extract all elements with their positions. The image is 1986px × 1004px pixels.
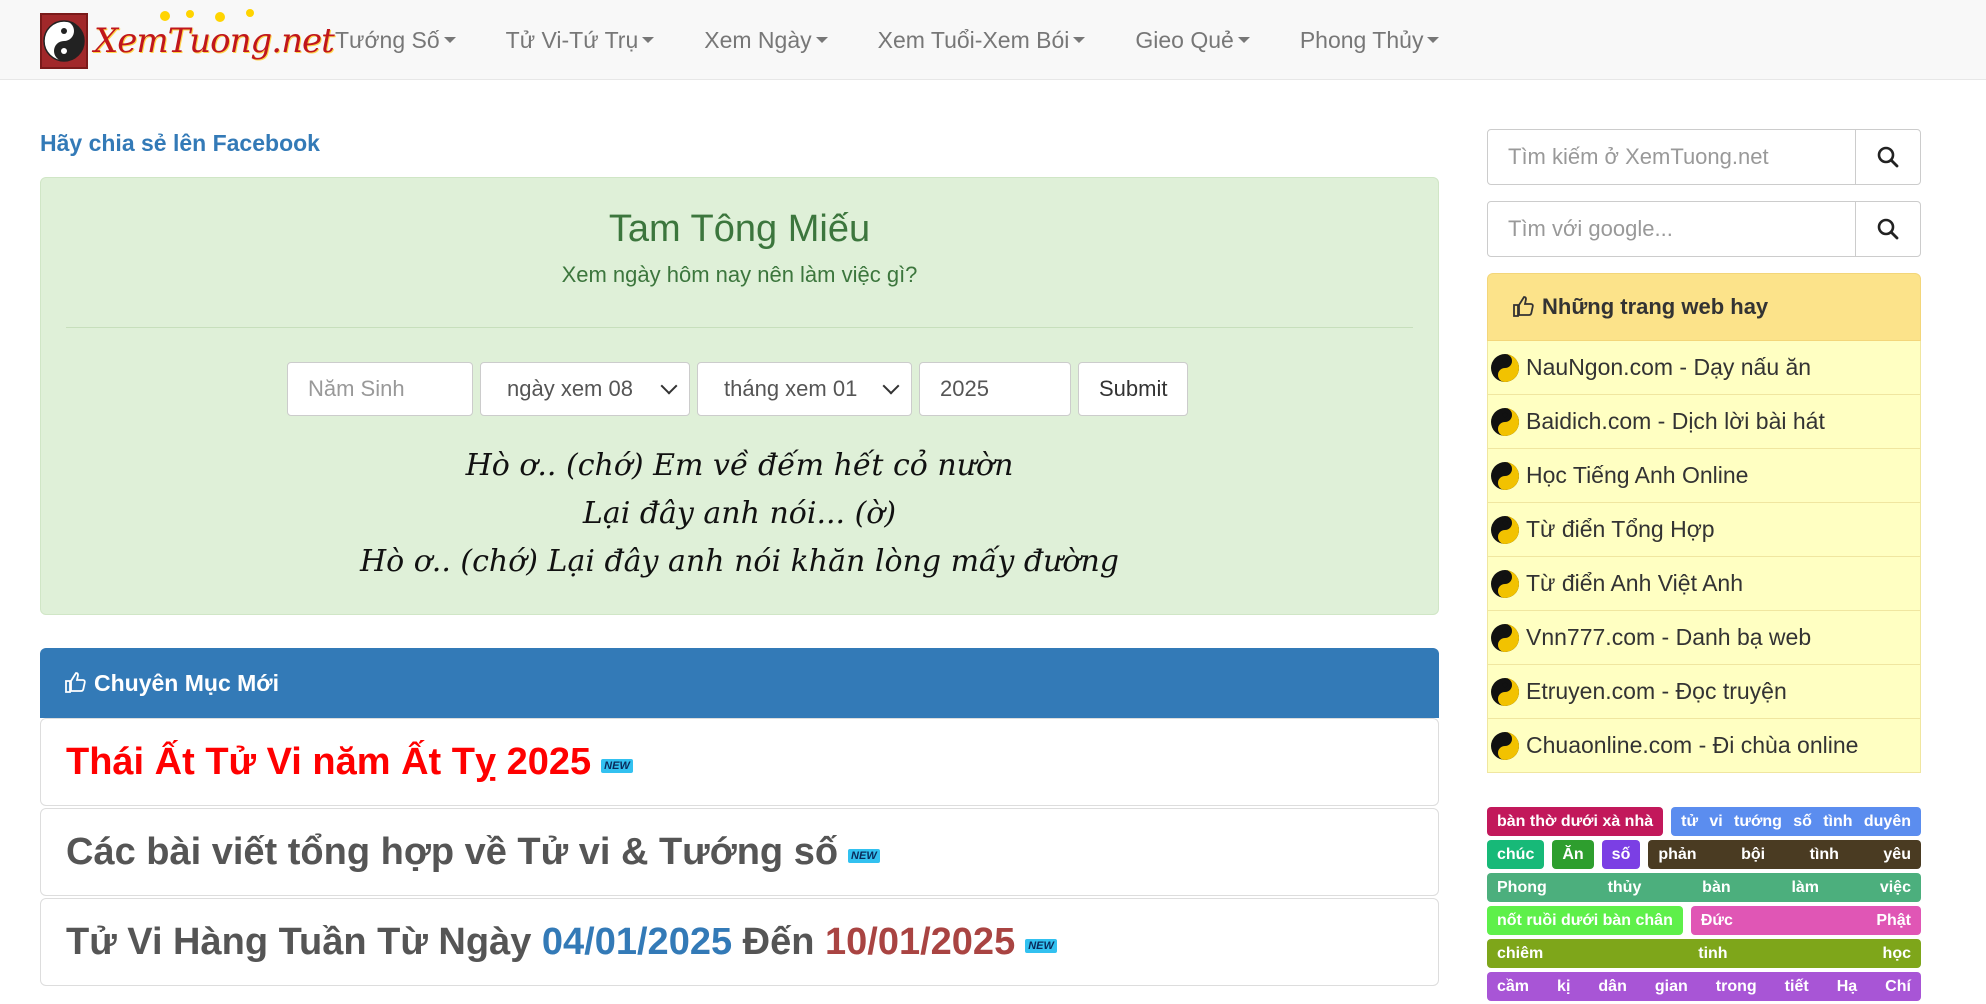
yin-yang-icon xyxy=(1491,731,1519,760)
tag-cloud: bàn thờ dưới xà nhà tử vi tướng số tình duyên c… xyxy=(1487,807,1921,1004)
useful-link-item[interactable]: Học Tiếng Anh Online xyxy=(1487,449,1921,503)
yin-yang-icon xyxy=(1491,515,1519,544)
caret-down-icon xyxy=(1237,37,1250,43)
caret-down-icon xyxy=(1427,37,1440,43)
submit-button[interactable]: Submit xyxy=(1078,362,1189,416)
tag-link[interactable]: nốt ruồi dưới bàn chân xyxy=(1487,906,1683,935)
tag-row: bàn thờ dưới xà nhà tử vi tướng số tình duyên xyxy=(1487,807,1921,840)
new-badge-icon: NEW xyxy=(601,759,633,773)
search-icon xyxy=(1877,146,1899,168)
poem-line: Hò ơ.. (chớ) Em về đếm hết cỏ nườn xyxy=(465,448,1014,483)
useful-link-item[interactable]: Baidich.com - Dịch lời bài hát xyxy=(1487,395,1921,449)
thumbs-up-icon xyxy=(1513,296,1534,317)
useful-link-label: Học Tiếng Anh Online xyxy=(1526,462,1749,488)
nav-phong-thuy[interactable]: Phong Thủy xyxy=(1275,27,1465,54)
yin-yang-icon xyxy=(1491,623,1519,652)
tag-row: nốt ruồi dưới bàn chân Đức Phật xyxy=(1487,906,1921,939)
tag-link[interactable]: cầm kị dân gian trong tiết Hạ Chí xyxy=(1487,972,1921,1001)
caret-down-icon xyxy=(443,37,456,43)
nav-xem-ngay[interactable]: Xem Ngày xyxy=(679,27,852,54)
end-date: 10/01/2025 xyxy=(825,920,1016,963)
start-date: 04/01/2025 xyxy=(541,920,733,963)
tag-link[interactable]: chiêm tinh học xyxy=(1487,939,1921,968)
useful-links-panel: Những trang web hay NauNgon.com - Dạy nấ… xyxy=(1487,273,1921,773)
hero-subtitle: Xem ngày hôm nay nên làm việc gì? xyxy=(561,262,918,287)
tag-row: cầm kị dân gian trong tiết Hạ Chí xyxy=(1487,972,1921,1004)
tag-link[interactable]: phản bội tình yêu xyxy=(1648,840,1921,869)
tag-link[interactable]: Đức Phật xyxy=(1690,906,1921,935)
tag-row: chúc Ăn số phản bội tình yêu xyxy=(1487,840,1921,873)
new-badge-icon: NEW xyxy=(848,849,880,863)
chevron-down-icon xyxy=(660,377,678,395)
news-item[interactable]: Các bài viết tổng hợp về Tử vi & Tướng s… xyxy=(40,808,1439,896)
search-icon xyxy=(1877,218,1899,240)
lookup-form: Năm Sinh ngày xem 08 tháng xem 01 2025 S… xyxy=(287,362,1189,416)
caret-down-icon xyxy=(1073,37,1086,43)
yin-yang-logo-icon xyxy=(40,13,88,69)
hero-title: Tam Tông Miếu xyxy=(608,208,871,250)
useful-link-item[interactable]: Etruyen.com - Đọc truyện xyxy=(1487,665,1921,719)
useful-link-label: Từ điển Anh Việt Anh xyxy=(1526,570,1744,596)
tag-row: Phong thủy bàn làm việc xyxy=(1487,873,1921,906)
nav-tuong-so[interactable]: Tướng Số xyxy=(310,27,481,54)
yin-yang-icon xyxy=(1491,677,1519,706)
google-search-input[interactable]: Tìm với google... xyxy=(1488,202,1856,256)
useful-link-label: Etruyen.com - Đọc truyện xyxy=(1526,678,1787,704)
poem-text: Hò ơ.. (chớ) Em về đếm hết cỏ nườn Lại đ… xyxy=(41,442,1438,586)
site-search-button[interactable] xyxy=(1856,130,1920,184)
yin-yang-icon xyxy=(1491,407,1519,436)
tag-link[interactable]: bàn thờ dưới xà nhà xyxy=(1487,807,1664,836)
poem-line: Lại đây anh nói... (ờ) xyxy=(582,496,897,531)
site-search-box: Tìm kiếm ở XemTuong.net xyxy=(1487,129,1921,185)
tag-link[interactable]: số xyxy=(1601,840,1641,869)
site-logo[interactable]: XemTuong.net xyxy=(40,6,335,76)
useful-link-item[interactable]: Chuaonline.com - Đi chùa online xyxy=(1487,719,1921,773)
yin-yang-icon xyxy=(1491,353,1519,382)
share-facebook-link[interactable]: Hãy chia sẻ lên Facebook xyxy=(40,130,320,157)
tag-row: chiêm tinh học xyxy=(1487,939,1921,972)
site-search-input[interactable]: Tìm kiếm ở XemTuong.net xyxy=(1488,130,1856,184)
day-lookup-panel: Tam Tông Miếu Xem ngày hôm nay nên làm v… xyxy=(40,177,1439,615)
chevron-down-icon xyxy=(882,377,900,395)
tag-link[interactable]: tử vi tướng số tình duyên xyxy=(1671,807,1921,836)
useful-link-label: Vnn777.com - Danh bạ web xyxy=(1526,624,1812,650)
poem-line: Hò ơ.. (chớ) Lại đây anh nói khăn lòng m… xyxy=(359,544,1120,579)
birth-year-input[interactable]: Năm Sinh xyxy=(287,362,473,416)
useful-link-item[interactable]: Từ điển Anh Việt Anh xyxy=(1487,557,1921,611)
year-input[interactable]: 2025 xyxy=(919,362,1071,416)
useful-link-item[interactable]: NauNgon.com - Dạy nấu ăn xyxy=(1487,341,1921,395)
useful-link-label: Từ điển Tổng Hợp xyxy=(1526,516,1715,542)
yin-yang-icon xyxy=(1491,461,1519,490)
google-search-button[interactable] xyxy=(1856,202,1920,256)
new-badge-icon: NEW xyxy=(1025,939,1057,953)
new-section-title: Chuyên Mục Mới xyxy=(94,669,280,696)
useful-links-header: Những trang web hay xyxy=(1487,273,1921,341)
useful-link-label: NauNgon.com - Dạy nấu ăn xyxy=(1526,354,1812,380)
nav-tu-vi-tu-tru[interactable]: Tử Vi-Tứ Trụ xyxy=(481,27,680,54)
top-navbar: XemTuong.net Tướng Số Tử Vi-Tứ Trụ Xem N… xyxy=(0,0,1986,80)
new-section-header: Chuyên Mục Mới xyxy=(40,648,1439,718)
useful-link-label: Baidich.com - Dịch lời bài hát xyxy=(1526,408,1825,434)
news-item[interactable]: Tử Vi Hàng Tuần Từ Ngày 04/01/2025 Đến 1… xyxy=(40,898,1439,986)
useful-link-label: Chuaonline.com - Đi chùa online xyxy=(1526,732,1859,758)
tag-link[interactable]: chúc xyxy=(1487,840,1545,869)
news-item[interactable]: Thái Ất Tử Vi năm Ất Tỵ 2025 NEW xyxy=(40,718,1439,806)
flower-decoration-icon xyxy=(160,9,254,22)
useful-link-item[interactable]: Vnn777.com - Danh bạ web xyxy=(1487,611,1921,665)
nav-gieo-que[interactable]: Gieo Quẻ xyxy=(1110,27,1274,54)
thumbs-up-icon xyxy=(65,672,86,693)
tag-link[interactable]: Phong thủy bàn làm việc xyxy=(1487,873,1921,902)
month-select[interactable]: tháng xem 01 xyxy=(697,362,912,416)
caret-down-icon xyxy=(815,37,828,43)
tag-link[interactable]: Ăn xyxy=(1552,840,1594,869)
yin-yang-icon xyxy=(1491,569,1519,598)
caret-down-icon xyxy=(642,37,655,43)
day-select[interactable]: ngày xem 08 xyxy=(480,362,690,416)
useful-link-item[interactable]: Từ điển Tổng Hợp xyxy=(1487,503,1921,557)
divider xyxy=(66,327,1413,328)
google-search-box: Tìm với google... xyxy=(1487,201,1921,257)
nav-xem-tuoi-xem-boi[interactable]: Xem Tuổi-Xem Bói xyxy=(853,27,1111,54)
